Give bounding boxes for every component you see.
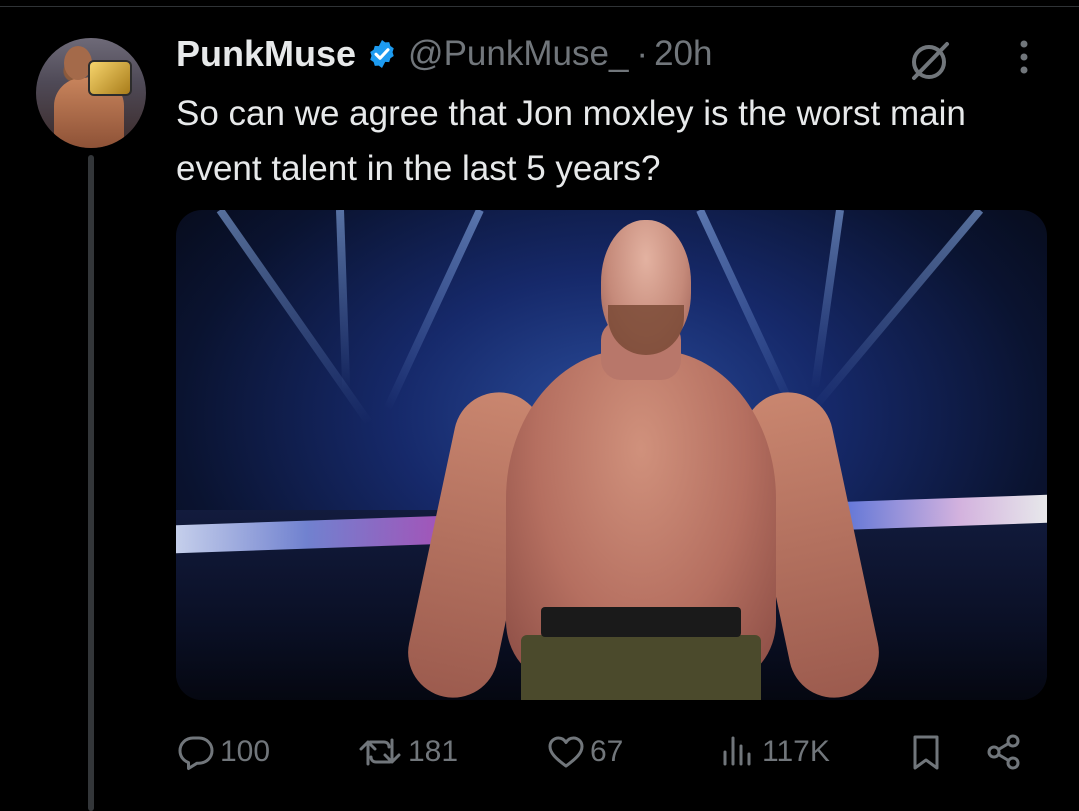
- reply-icon: [178, 736, 214, 770]
- retweet-button[interactable]: 181: [356, 728, 458, 776]
- retweet-count: 181: [408, 735, 459, 768]
- like-button[interactable]: 67: [546, 728, 623, 776]
- wrestler-belt: [541, 607, 741, 637]
- views-button[interactable]: 117K: [718, 728, 830, 776]
- light-beam: [810, 210, 844, 389]
- reply-count: 100: [220, 735, 271, 768]
- bookmark-icon: [913, 735, 939, 770]
- separator-dot: ·: [636, 34, 649, 73]
- avatar-championship-belt: [88, 60, 132, 96]
- top-divider: [0, 6, 1079, 7]
- share-icon: [987, 734, 1020, 770]
- views-count: 117K: [762, 735, 830, 768]
- like-icon: [548, 736, 584, 768]
- light-beam: [216, 210, 373, 426]
- tweet-actions: 100 181 67 117K: [176, 728, 1036, 776]
- tweet-text: So can we agree that Jon moxley is the w…: [176, 94, 966, 188]
- author-name[interactable]: PunkMuse: [176, 33, 356, 75]
- retweet-icon: [359, 738, 401, 766]
- wrestler-pants: [521, 635, 761, 700]
- light-beam: [336, 210, 351, 391]
- grok-icon[interactable]: [905, 36, 953, 84]
- avatar[interactable]: [36, 38, 146, 148]
- share-button[interactable]: [984, 728, 1024, 776]
- tweet-media-image[interactable]: [176, 210, 1047, 700]
- views-icon: [723, 736, 751, 766]
- author-handle[interactable]: @PunkMuse_: [408, 34, 628, 74]
- more-icon[interactable]: [1006, 36, 1042, 78]
- verified-badge-icon[interactable]: [366, 38, 398, 70]
- like-count: 67: [590, 735, 624, 768]
- reply-button[interactable]: 100: [176, 728, 270, 776]
- tweet-header: PunkMuse @PunkMuse_ · 20h: [176, 30, 712, 78]
- light-beam: [383, 210, 484, 412]
- tweet-time[interactable]: 20h: [654, 34, 712, 74]
- bookmark-button[interactable]: [908, 728, 944, 776]
- thread-line: [88, 155, 94, 811]
